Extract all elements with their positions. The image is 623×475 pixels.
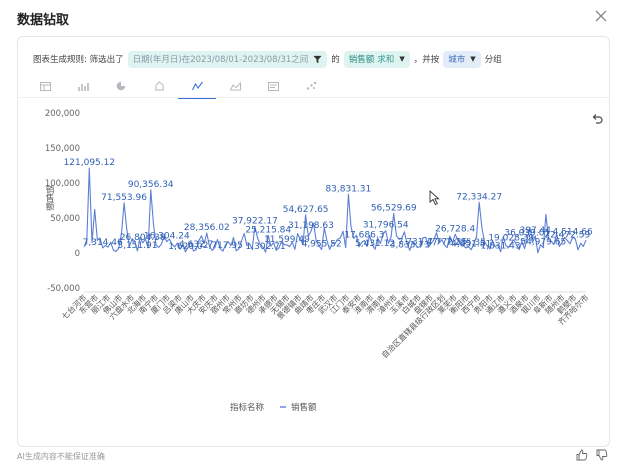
measure-agg-label: 求和: [377, 55, 395, 65]
data-label: 4,955.52: [302, 240, 342, 250]
thumbs-down-icon[interactable]: [596, 449, 608, 461]
tab-bar[interactable]: [64, 75, 102, 97]
data-label: 90,356.34: [128, 180, 174, 190]
data-point: [152, 222, 154, 225]
data-label: 83,831.31: [325, 184, 371, 194]
tab-line[interactable]: [178, 75, 216, 99]
data-label: 121,095.12: [64, 158, 116, 168]
data-point: [216, 239, 219, 241]
data-point: [545, 213, 547, 216]
measure-chip-label: 销售额: [348, 55, 375, 65]
filter-chip[interactable]: 日期(年月日)在2023/08/01-2023/08/31之间: [127, 50, 328, 68]
card-icon: [267, 81, 279, 91]
tab-card[interactable]: [254, 75, 292, 97]
sales-line-chart: -50,000050,000100,000150,000200,000销售额七台…: [44, 109, 593, 413]
data-point: [449, 235, 451, 237]
line-chart-icon: [191, 81, 203, 91]
data-point: [580, 242, 582, 244]
data-point: [350, 225, 352, 228]
data-label: 28,356.02: [184, 223, 230, 233]
legend-item-销售额: 销售额: [291, 402, 317, 413]
data-point: [257, 237, 259, 239]
y-tick-label: 0: [75, 249, 80, 259]
y-tick-label: 50,000: [50, 214, 80, 224]
data-point: [294, 248, 296, 250]
data-label: 56,529.69: [371, 203, 417, 213]
y-tick-label: 200,000: [45, 109, 80, 119]
tab-area[interactable]: [216, 75, 254, 97]
data-point: [200, 235, 203, 237]
data-point: [126, 228, 128, 230]
rule-group-text: ，并按: [413, 55, 440, 65]
tab-map[interactable]: [140, 75, 178, 97]
data-point: [582, 245, 584, 247]
data-label: 71,553.96: [101, 193, 147, 203]
rule-suffix: 分组: [484, 55, 502, 65]
drill-panel: 图表生成规则: 筛选出了 日期(年月日)在2023/08/01-2023/08/…: [17, 36, 610, 447]
legend-title: 指标名称: [230, 402, 265, 413]
y-tick-label: 150,000: [45, 144, 80, 154]
data-label: 25,215.84: [245, 225, 291, 235]
data-label: 2,717.95: [203, 241, 243, 251]
data-label: 54,627.65: [283, 205, 329, 215]
data-point: [395, 235, 397, 237]
bar-chart-icon: [77, 82, 89, 91]
close-icon[interactable]: [593, 8, 609, 24]
data-point: [115, 250, 117, 253]
data-point: [481, 227, 483, 229]
data-point: [232, 236, 235, 239]
data-label: 26,728.4: [435, 224, 475, 234]
data-label: 4,514.66: [553, 227, 593, 237]
data-point: [94, 208, 96, 211]
dialog-title: 数据钻取: [17, 13, 70, 28]
data-point: [289, 246, 291, 248]
chevron-down-icon: ▼: [399, 55, 405, 63]
mouse-cursor-icon: [429, 190, 440, 206]
data-label: 72,334.27: [456, 192, 502, 202]
data-point: [160, 243, 162, 245]
chevron-down-icon: ▼: [470, 55, 476, 63]
tab-pie[interactable]: [102, 75, 140, 97]
data-point: [475, 235, 478, 237]
data-point: [577, 249, 579, 251]
dimension-chip-label: 城市: [448, 55, 466, 65]
rule-prefix: 图表生成规则: 筛选出了: [33, 55, 124, 65]
data-point: [345, 246, 347, 249]
data-point: [403, 231, 405, 233]
y-tick-label: -50,000: [47, 284, 80, 294]
filter-chip-label: 日期(年月日)在2023/08/01-2023/08/31之间: [132, 55, 309, 65]
chart-type-tabs: [26, 75, 330, 99]
thumbs-up-icon[interactable]: [576, 449, 588, 461]
chart-rule: 图表生成规则: 筛选出了 日期(年月日)在2023/08/01-2023/08/…: [33, 49, 502, 69]
dimension-chip[interactable]: 城市 ▼: [443, 50, 481, 68]
data-label: 31,198.63: [288, 221, 334, 231]
pie-chart-icon: [116, 81, 126, 91]
rule-of-text: 的: [331, 55, 340, 65]
scatter-icon: [306, 81, 316, 90]
measure-chip[interactable]: 销售额 求和 ▼: [343, 50, 410, 68]
filter-icon: [313, 55, 322, 63]
ai-disclaimer: AI生成内容不能保证准确: [17, 452, 105, 461]
data-point: [390, 236, 392, 238]
data-label: 31,796.54: [363, 221, 409, 231]
data-point: [158, 246, 160, 248]
table-icon: [39, 81, 51, 91]
tabs-divider: [18, 97, 609, 98]
data-point: [339, 237, 341, 239]
data-point: [524, 247, 526, 250]
y-axis-label: 销售额: [44, 184, 54, 211]
feedback-icons: [576, 449, 608, 461]
tab-scatter[interactable]: [292, 75, 330, 97]
data-point: [537, 252, 539, 254]
area-chart-icon: [229, 81, 241, 91]
tab-table[interactable]: [26, 75, 64, 97]
data-point: [569, 243, 571, 245]
map-icon: [154, 81, 164, 91]
data-point: [112, 249, 114, 251]
